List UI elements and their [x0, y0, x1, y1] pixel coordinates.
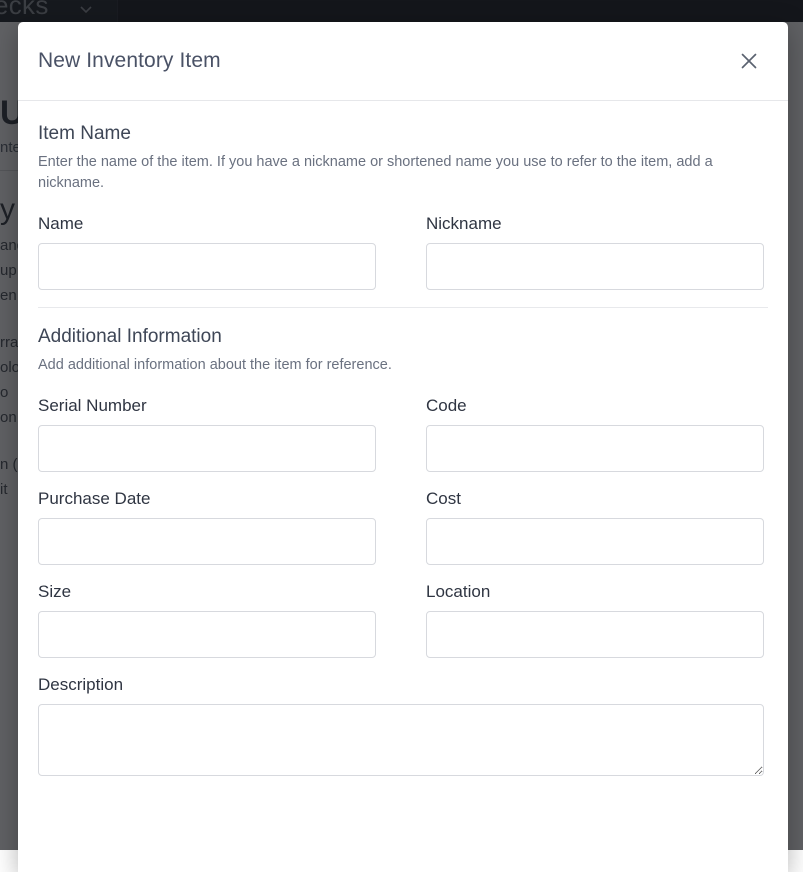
section-divider: [38, 307, 768, 308]
close-icon: [738, 50, 760, 72]
field-group-size: Size: [38, 582, 376, 658]
field-group-cost: Cost: [426, 489, 764, 565]
field-label-cost: Cost: [426, 489, 764, 509]
field-label-description: Description: [38, 675, 764, 695]
field-row-date-cost: Purchase Date Cost: [38, 489, 768, 565]
section-additional-information: Additional Information Add additional in…: [38, 326, 768, 776]
field-group-serial-number: Serial Number: [38, 396, 376, 472]
field-label-size: Size: [38, 582, 376, 602]
field-group-name: Name: [38, 214, 376, 290]
field-row-size-location: Size Location: [38, 582, 768, 658]
serial-number-input[interactable]: [38, 425, 376, 472]
field-group-description: Description: [38, 675, 764, 776]
section-item-name: Item Name Enter the name of the item. If…: [38, 123, 768, 290]
section-title: Additional Information: [38, 326, 768, 348]
field-label-nickname: Nickname: [426, 214, 764, 234]
location-input[interactable]: [426, 611, 764, 658]
field-row-serial-code: Serial Number Code: [38, 396, 768, 472]
field-label-name: Name: [38, 214, 376, 234]
modal-title: New Inventory Item: [38, 49, 221, 73]
code-input[interactable]: [426, 425, 764, 472]
name-input[interactable]: [38, 243, 376, 290]
close-button[interactable]: [732, 44, 766, 78]
size-input[interactable]: [38, 611, 376, 658]
section-description: Enter the name of the item. If you have …: [38, 152, 753, 194]
section-description: Add additional information about the ite…: [38, 355, 753, 376]
new-inventory-item-modal: New Inventory Item Item Name Enter the n…: [18, 22, 788, 872]
field-label-serial-number: Serial Number: [38, 396, 376, 416]
field-row-name: Name Nickname: [38, 214, 768, 290]
field-group-code: Code: [426, 396, 764, 472]
field-label-purchase-date: Purchase Date: [38, 489, 376, 509]
nickname-input[interactable]: [426, 243, 764, 290]
field-group-location: Location: [426, 582, 764, 658]
description-textarea[interactable]: [38, 704, 764, 776]
cost-input[interactable]: [426, 518, 764, 565]
modal-body: Item Name Enter the name of the item. If…: [18, 101, 788, 872]
field-label-code: Code: [426, 396, 764, 416]
section-title: Item Name: [38, 123, 768, 145]
modal-header: New Inventory Item: [18, 22, 788, 101]
field-label-location: Location: [426, 582, 764, 602]
purchase-date-input[interactable]: [38, 518, 376, 565]
field-group-purchase-date: Purchase Date: [38, 489, 376, 565]
field-row-description: Description: [38, 675, 768, 776]
field-group-nickname: Nickname: [426, 214, 764, 290]
